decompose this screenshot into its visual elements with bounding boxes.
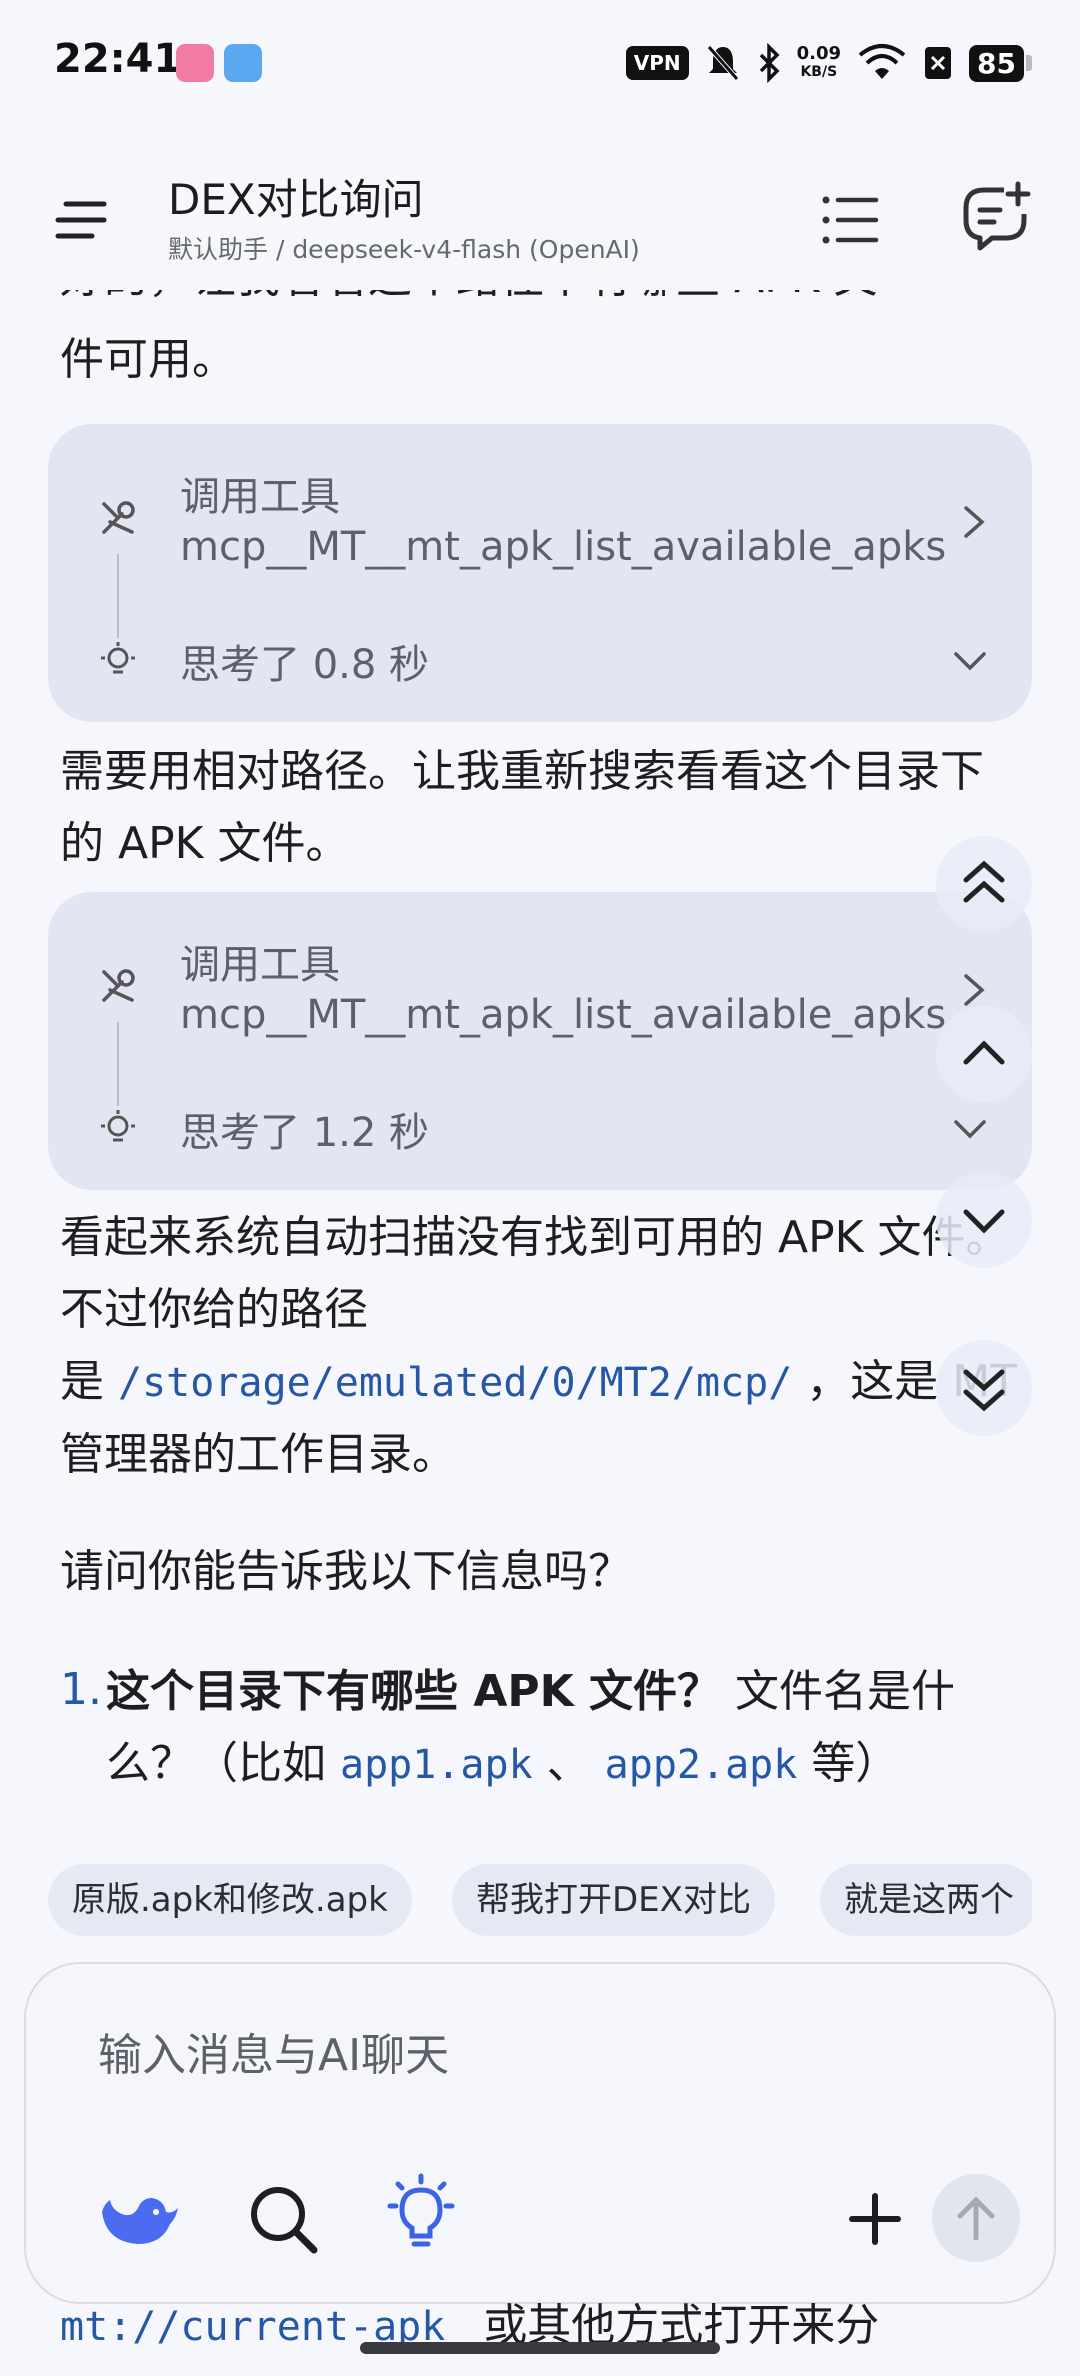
status-time: 22:41 bbox=[54, 36, 182, 82]
list-number: 1. bbox=[60, 1664, 102, 1715]
message-list[interactable]: 好的，让我看看这个路径下有哪些 APK 文 件可用。 调用工具 mcp__MT_… bbox=[0, 290, 1080, 1850]
scroll-to-top-button[interactable] bbox=[936, 836, 1032, 932]
send-button[interactable] bbox=[932, 2174, 1020, 2262]
bulb-icon bbox=[101, 1110, 135, 1142]
deepseek-whale-icon[interactable] bbox=[92, 2172, 182, 2262]
tool-call-card[interactable]: 调用工具 mcp__MT__mt_apk_list_available_apks… bbox=[48, 892, 1032, 1190]
list-item: 这个目录下有哪些 APK 文件？ 文件名是什么？（比如 app1.apk、 app2… bbox=[106, 1666, 956, 1789]
menu-icon[interactable] bbox=[52, 190, 112, 250]
new-chat-icon[interactable] bbox=[960, 180, 1032, 252]
bluetooth-icon bbox=[759, 43, 780, 83]
suggestion-chip[interactable]: 原版.apk和修改.apk bbox=[48, 1864, 412, 1936]
chat-header: DEX对比询问 默认助手 / deepseek-v4-flash (OpenAI… bbox=[0, 150, 1080, 290]
weather-app-icon bbox=[224, 44, 262, 82]
message-text: 请问你能告诉我以下信息吗？ bbox=[60, 1546, 632, 1597]
think-duration: 思考了 1.2 秒 bbox=[180, 1110, 430, 1156]
battery-indicator: 85 bbox=[969, 44, 1032, 82]
status-bar: 22:41 VPN 0.09 KB/S 85 bbox=[0, 0, 1080, 120]
sim-icon bbox=[925, 47, 952, 79]
tool-call-label: 调用工具 bbox=[180, 942, 340, 988]
chevron-right-icon[interactable] bbox=[956, 498, 992, 546]
message-text: 件可用。 bbox=[60, 334, 236, 385]
suggestion-chip[interactable]: 就是这两个 bbox=[820, 1864, 1032, 1936]
plus-icon[interactable] bbox=[830, 2174, 920, 2264]
message-text-cut: 好的，让我看看这个路径下有哪些 APK 文 bbox=[60, 290, 877, 314]
scroll-up-button[interactable] bbox=[936, 1006, 1032, 1102]
double-chevron-up-icon bbox=[963, 860, 1005, 903]
bulb-icon bbox=[101, 642, 135, 674]
chat-title: DEX对比询问 bbox=[168, 175, 424, 224]
chevron-down-icon[interactable] bbox=[948, 644, 992, 680]
scroll-down-button[interactable] bbox=[936, 1172, 1032, 1268]
mute-icon bbox=[706, 45, 739, 81]
bilibili-app-icon bbox=[176, 44, 214, 82]
tool-icon bbox=[102, 501, 135, 534]
message-composer bbox=[24, 1962, 1056, 2304]
message-text: 看起来系统自动扫描没有找到可用的 APK 文件。不过你给的路径是/storage… bbox=[60, 1212, 1018, 1480]
wifi-icon bbox=[858, 44, 906, 79]
message-text: 需要用相对路径。让我重新搜索看看这个目录下的 APK 文件。 bbox=[60, 746, 984, 869]
chevron-down-icon bbox=[963, 1209, 1005, 1234]
scroll-to-bottom-button[interactable] bbox=[936, 1340, 1032, 1436]
inline-code-path: /storage/emulated/0/MT2/mcp/ bbox=[118, 1360, 793, 1406]
tool-call-label: 调用工具 bbox=[180, 474, 340, 520]
chat-screen: 22:41 VPN 0.09 KB/S 85 DEX对比询问 默认助手 / de… bbox=[0, 0, 1080, 2376]
message-input[interactable] bbox=[98, 2020, 978, 2090]
list-icon[interactable] bbox=[818, 188, 882, 252]
tool-icon bbox=[102, 969, 135, 1002]
status-icons: VPN 0.09 KB/S 85 bbox=[625, 38, 1032, 88]
double-chevron-down-icon bbox=[963, 1369, 1005, 1412]
tool-call-card[interactable]: 调用工具 mcp__MT__mt_apk_list_available_apks… bbox=[48, 424, 1032, 722]
model-subtitle: 默认助手 / deepseek-v4-flash (OpenAI) bbox=[168, 235, 640, 264]
network-speed: 0.09 KB/S bbox=[796, 43, 842, 81]
arrow-up-icon bbox=[957, 2196, 995, 2241]
chevron-down-icon[interactable] bbox=[948, 1112, 992, 1148]
search-icon[interactable] bbox=[238, 2174, 328, 2264]
think-bulb-icon[interactable] bbox=[376, 2170, 466, 2260]
suggestion-chip[interactable]: 帮我打开DEX对比 bbox=[452, 1864, 775, 1936]
think-duration: 思考了 0.8 秒 bbox=[180, 642, 430, 688]
vpn-badge: VPN bbox=[625, 46, 689, 80]
tool-name: mcp__MT__mt_apk_list_available_apks bbox=[180, 992, 947, 1038]
chevron-up-icon bbox=[963, 1040, 1005, 1065]
suggestion-chips: 原版.apk和修改.apk 帮我打开DEX对比 就是这两个 bbox=[48, 1864, 1032, 1936]
tool-name: mcp__MT__mt_apk_list_available_apks bbox=[180, 524, 947, 570]
home-indicator[interactable] bbox=[360, 2342, 720, 2354]
